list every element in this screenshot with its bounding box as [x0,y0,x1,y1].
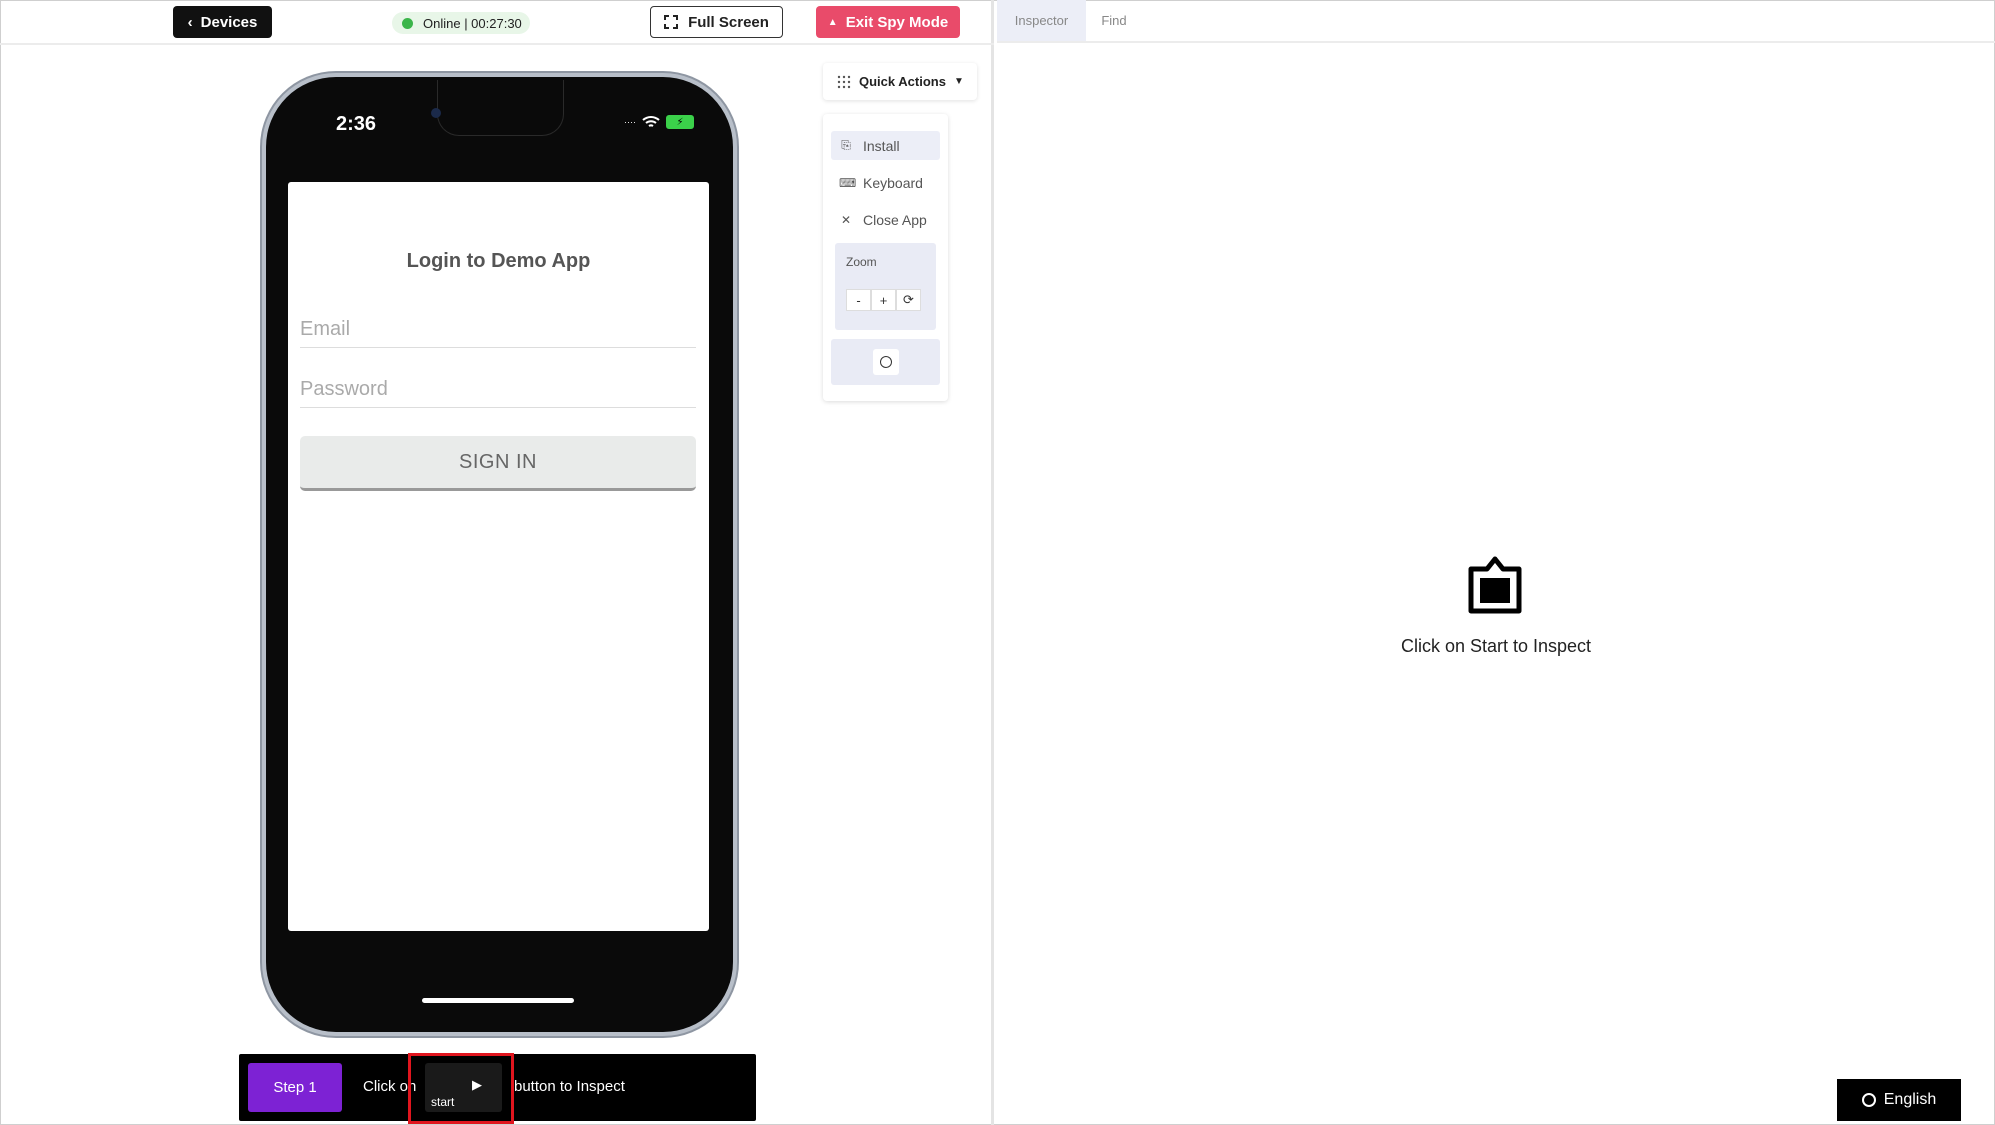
quick-actions-label: Quick Actions [859,74,946,89]
quick-action-label: Install [863,137,900,154]
start-label: start [431,1095,455,1109]
exit-spy-mode-button[interactable]: ▲ Exit Spy Mode [816,6,960,38]
chevron-left-icon: ‹ [187,13,193,31]
globe-icon [1861,1093,1876,1107]
quick-action-close-app[interactable]: ✕ Close App [831,205,940,234]
fullscreen-icon [664,15,679,29]
step-badge: Step 1 [248,1063,342,1112]
install-icon: ⎘ [841,138,851,152]
email-input[interactable] [300,312,696,346]
inspector-tabs: Inspector Find [997,0,1995,43]
quick-action-label: Keyboard [863,174,923,191]
password-input[interactable] [300,372,696,406]
full-screen-button[interactable]: Full Screen [650,6,783,38]
devices-label: Devices [200,13,258,31]
battery-icon: ⚡ [666,115,694,129]
tab-inspector[interactable]: Inspector [997,0,1086,41]
zoom-buttons: - + ⟳ [846,289,921,311]
device-panel: ‹ Devices Online | 00:27:30 Full Screen … [0,0,994,1125]
zoom-in-button[interactable]: + [871,289,896,311]
quick-action-install[interactable]: ⎘ Install [831,131,940,160]
inspector-empty-message: Click on Start to Inspect [1400,636,1592,656]
keyboard-icon: ⌨ [839,175,857,190]
status-text: Online | 00:27:30 [423,15,522,31]
exit-spy-label: Exit Spy Mode [845,13,949,31]
caret-down-icon: ▼ [953,76,964,87]
login-title: Login to Demo App [406,250,591,272]
step-guide-bar: Step 1 Click on ▶ start button to Inspec… [239,1054,756,1121]
close-icon: ✕ [840,212,852,227]
step-instruction-before: Click on [363,1078,417,1095]
full-screen-label: Full Screen [688,13,769,31]
quick-actions-panel: ⎘ Install ⌨ Keyboard ✕ Close App Zoom - … [823,114,948,401]
zoom-label: Zoom [846,255,877,269]
quick-action-keyboard[interactable]: ⌨ Keyboard [831,168,940,197]
start-button[interactable]: ▶ start [425,1063,502,1112]
spy-icon: ▲ [827,16,838,28]
home-indicator [422,998,574,1003]
home-button-box [831,339,940,385]
language-button[interactable]: English [1837,1079,1961,1121]
quick-action-label: Close App [863,211,927,228]
devices-back-button[interactable]: ‹ Devices [173,6,272,38]
signal-icon: ···· [624,117,636,127]
zoom-reset-button[interactable]: ⟳ [896,289,921,311]
tab-find[interactable]: Find [1086,0,1142,41]
grid-dots-icon [837,75,851,88]
home-button[interactable] [873,349,899,375]
sign-in-button[interactable]: SIGN IN [300,436,696,491]
device-screen[interactable]: Login to Demo App SIGN IN [288,182,709,931]
step-instruction-after: button to Inspect [514,1078,625,1095]
device-status-icons: ···· ⚡ [624,115,694,129]
camera-icon [431,108,441,118]
zoom-out-button[interactable]: - [846,289,871,311]
device-toolbar: ‹ Devices Online | 00:27:30 Full Screen … [0,0,994,45]
password-field[interactable] [300,372,696,408]
device-time: 2:36 [336,113,377,135]
inspect-box-icon [1468,556,1522,614]
play-icon: ▶ [472,1077,482,1092]
phone-notch [437,80,564,136]
language-label: English [1883,1091,1937,1108]
circle-icon [880,356,892,368]
connection-status-badge: Online | 00:27:30 [392,12,530,34]
quick-actions-button[interactable]: Quick Actions ▼ [823,63,977,100]
online-dot-icon [402,17,413,29]
wifi-icon [642,116,660,127]
inspector-panel: Inspector Find Click on Start to Inspect… [997,0,1995,1125]
email-field[interactable] [300,312,696,348]
zoom-control: Zoom - + ⟳ [835,243,936,330]
